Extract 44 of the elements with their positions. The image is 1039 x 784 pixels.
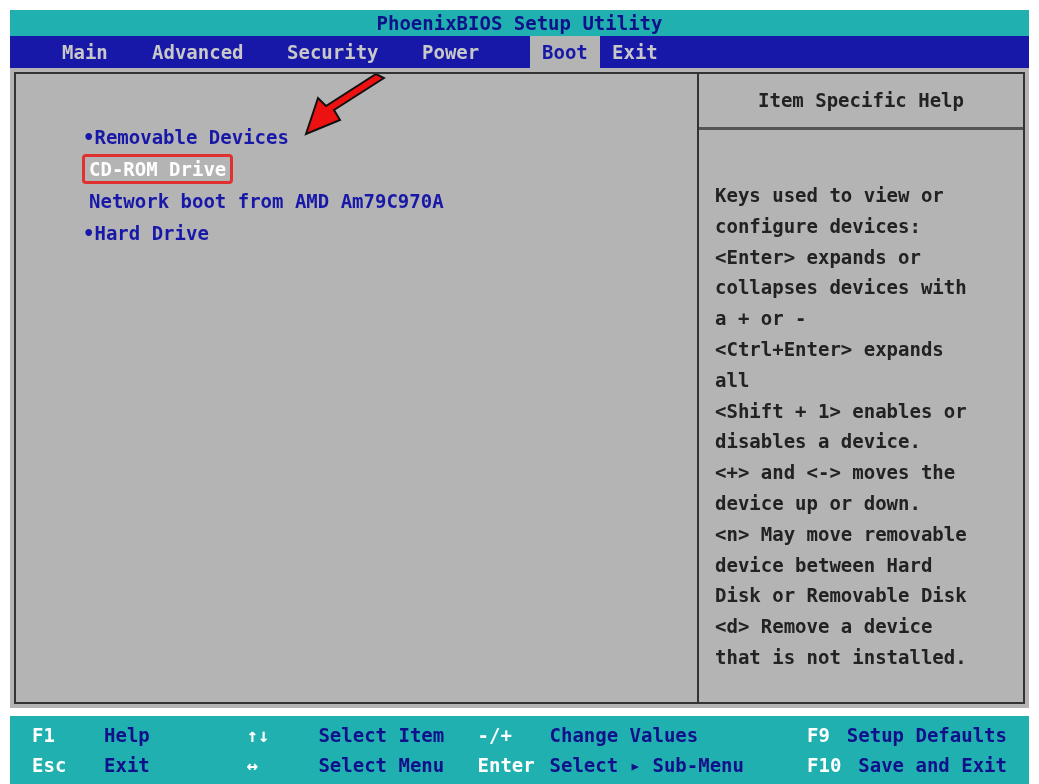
key-action: Save and Exit	[858, 753, 1007, 778]
help-title: Item Specific Help	[699, 74, 1023, 130]
menu-tab[interactable]: Exit	[600, 36, 700, 68]
help-text: <Enter> expands or	[715, 244, 922, 270]
key-label: F1	[32, 723, 56, 748]
menu-tab[interactable]: Boot	[530, 36, 600, 68]
key-label: -/+	[477, 723, 513, 748]
help-text: <n> May move removable	[715, 521, 968, 547]
boot-item[interactable]: Network boot from AMD Am79C970A	[82, 186, 451, 216]
key-action: Select Menu	[318, 753, 445, 778]
help-text: Disk or Removable Disk	[715, 583, 968, 609]
menu-tab[interactable]: Advanced	[140, 36, 275, 68]
key-action: Help	[104, 723, 150, 748]
help-text: that is not installed.	[715, 644, 968, 670]
key-action: Change Values	[549, 723, 699, 748]
help-text: collapses devices with	[715, 275, 968, 301]
help-text: <Ctrl+Enter> expands	[715, 337, 945, 362]
help-text: disables a device.	[715, 429, 922, 455]
key-label: ↑↓	[246, 723, 271, 748]
help-text: device between Hard	[715, 552, 934, 578]
title-bar: PhoenixBIOS Setup Utility	[10, 10, 1029, 36]
boot-item[interactable]: •Removable Devices	[76, 122, 296, 152]
key-action: Select ▸ Sub-Menu	[549, 753, 744, 778]
menu-tab[interactable]: Power	[410, 36, 530, 68]
help-text: device up or down.	[715, 490, 922, 516]
help-text: <Shift + 1> enables or	[715, 398, 968, 424]
arrow-icon	[304, 74, 386, 136]
help-text: a + or -	[715, 306, 808, 332]
key-label: F9	[807, 723, 831, 748]
key-label: Enter	[477, 753, 536, 778]
boot-item[interactable]: •Hard Drive	[76, 218, 216, 248]
help-text: configure devices:	[715, 213, 922, 239]
key-action: Exit	[104, 753, 150, 778]
key-label: Esc	[32, 753, 68, 778]
key-label: F10	[807, 753, 843, 778]
key-label: ↔	[246, 753, 259, 778]
menu-tab[interactable]: Main	[50, 36, 140, 68]
key-action: Select Item	[318, 723, 445, 748]
key-action: Setup Defaults	[846, 723, 1007, 748]
help-text: all	[715, 367, 751, 393]
help-text: Keys used to view or	[715, 183, 945, 208]
menu-tab[interactable]: Security	[275, 36, 410, 68]
help-text: <d> Remove a device	[715, 614, 934, 640]
help-text: <+> and <-> moves the	[715, 460, 957, 486]
